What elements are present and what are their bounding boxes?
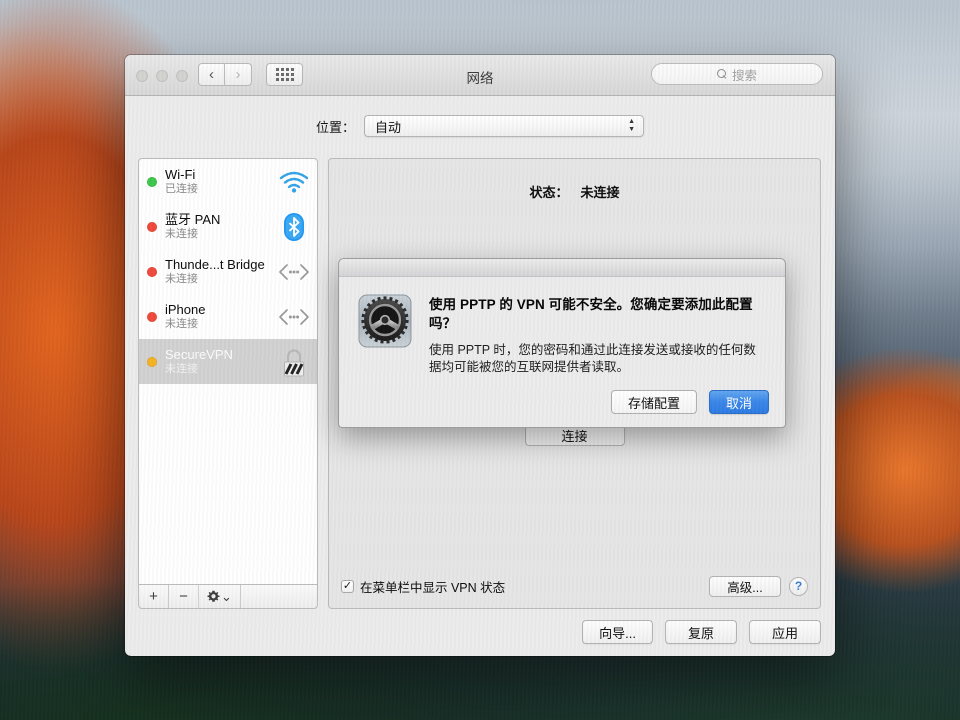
network-services-list[interactable]: Wi-Fi 已连接 蓝牙 PAN 未连接 Thunde...t Bridge 未… [138, 158, 318, 585]
service-name: 蓝牙 PAN [165, 212, 221, 227]
service-texts: Thunde...t Bridge 未连接 [165, 257, 277, 286]
dialog-title: 使用 PPTP 的 VPN 可能不安全。您确定要添加此配置吗？ [429, 297, 753, 331]
status-badge [147, 311, 157, 322]
assistant-button[interactable]: 向导... [582, 620, 653, 644]
chevron-right-icon: › [235, 66, 241, 83]
search-icon [716, 69, 727, 79]
status-badge [147, 356, 157, 367]
window-titlebar: ‹ › 网络 搜索 [125, 55, 835, 96]
service-status: 未连接 [165, 273, 198, 285]
location-row: 位置： 自动 ▲ ▼ [125, 115, 835, 137]
lock-icon [277, 346, 311, 378]
revert-button[interactable]: 复原 [664, 620, 737, 644]
chevron-left-icon: ‹ [209, 66, 214, 83]
chevron-updown-icon: ▲ ▼ [628, 118, 635, 133]
show-vpn-status-label: 在菜单栏中显示 VPN 状态 [360, 580, 506, 595]
service-status: 已连接 [165, 183, 198, 195]
revert-button-label: 复原 [687, 625, 714, 641]
service-name: SecureVPN [165, 347, 233, 362]
question-mark-icon: ? [794, 579, 803, 593]
advanced-button-label: 高级... [727, 580, 763, 595]
service-status: 未连接 [165, 318, 198, 330]
dialog-body: 使用 PPTP 的 VPN 可能不安全。您确定要添加此配置吗？ 使用 PPTP … [339, 277, 785, 376]
service-name: Thunde...t Bridge [165, 257, 265, 272]
status-label: 状态： [529, 185, 569, 200]
add-service-button[interactable]: + [139, 585, 169, 608]
assistant-button-label: 向导... [599, 625, 636, 641]
save-configuration-button[interactable]: 存储配置 [610, 390, 697, 414]
checkbox-box: ✓ [341, 579, 354, 593]
list-item[interactable]: iPhone 未连接 [139, 294, 317, 339]
system-preferences-gear-icon [357, 293, 413, 349]
wifi-icon [277, 166, 311, 198]
dialog-text: 使用 PPTP 的 VPN 可能不安全。您确定要添加此配置吗？ 使用 PPTP … [429, 293, 767, 376]
service-actions-button[interactable]: ⌄ [199, 585, 241, 608]
minus-icon: − [179, 588, 188, 605]
remove-service-button[interactable]: − [169, 585, 199, 608]
status-row: 状态： 未连接 [329, 182, 820, 201]
dialog-buttons: 存储配置 取消 [610, 390, 769, 414]
services-toolbar: + − ⌄ [138, 585, 318, 609]
status-badge [147, 176, 157, 187]
gear-icon [207, 590, 220, 602]
show-vpn-status-checkbox[interactable]: ✓ 在菜单栏中显示 VPN 状态 [341, 577, 505, 596]
save-configuration-label: 存储配置 [627, 395, 680, 411]
status-badge [147, 221, 157, 232]
status-value: 未连接 [580, 185, 620, 200]
list-item[interactable]: 蓝牙 PAN 未连接 [139, 204, 317, 249]
chevron-down-icon: ⌄ [221, 589, 232, 604]
dialog-header-strip [339, 259, 785, 277]
help-button[interactable]: ? [789, 576, 808, 596]
dialog-message: 使用 PPTP 时，您的密码和通过此连接发送或接收的任何数据均可能被您的互联网提… [429, 343, 756, 374]
desktop-wallpaper: ‹ › 网络 搜索 位置： 自动 ▲ ▼ Wi-Fi 已连接 蓝牙 PAN 未连… [0, 0, 960, 720]
search-input[interactable]: 搜索 [651, 63, 823, 85]
cancel-button[interactable]: 取消 [708, 390, 769, 414]
service-texts: Wi-Fi 已连接 [165, 167, 277, 196]
advanced-button[interactable]: 高级... [709, 575, 781, 597]
service-texts: iPhone 未连接 [165, 302, 277, 331]
detail-bottom-options: ✓ 在菜单栏中显示 VPN 状态 高级... ? [329, 575, 820, 597]
bluetooth-icon [277, 211, 311, 243]
status-badge [147, 266, 157, 277]
navigation-buttons: ‹ › [198, 63, 252, 86]
cancel-button-label: 取消 [725, 395, 752, 411]
service-texts: 蓝牙 PAN 未连接 [165, 212, 277, 241]
forward-button[interactable]: › [225, 63, 252, 86]
service-status: 未连接 [165, 363, 198, 375]
location-select[interactable]: 自动 ▲ ▼ [364, 115, 644, 137]
search-placeholder: 搜索 [731, 68, 757, 83]
location-label: 位置： [315, 119, 355, 135]
window-footer-buttons: 向导... 复原 应用 [582, 620, 821, 644]
close-button[interactable] [136, 70, 148, 82]
connect-button-label: 连接 [561, 428, 588, 444]
grid-icon [275, 68, 294, 81]
service-texts: SecureVPN 未连接 [165, 347, 277, 376]
checkmark-icon: ✓ [342, 579, 353, 592]
service-name: iPhone [165, 302, 206, 317]
network-preferences-window: ‹ › 网络 搜索 位置： 自动 ▲ ▼ Wi-Fi 已连接 蓝牙 PAN 未连… [125, 55, 835, 656]
apply-button-label: 应用 [771, 625, 798, 641]
location-selected-value: 自动 [375, 119, 402, 135]
list-item[interactable]: Wi-Fi 已连接 [139, 159, 317, 204]
service-status: 未连接 [165, 228, 198, 240]
back-button[interactable]: ‹ [198, 63, 225, 86]
show-all-button[interactable] [266, 63, 303, 86]
list-item-securevpn[interactable]: SecureVPN 未连接 [139, 339, 317, 384]
plus-icon: + [149, 588, 158, 605]
apply-button[interactable]: 应用 [748, 620, 821, 644]
traffic-lights [136, 70, 188, 82]
pptp-warning-dialog: 使用 PPTP 的 VPN 可能不安全。您确定要添加此配置吗？ 使用 PPTP … [338, 258, 786, 428]
list-item[interactable]: Thunde...t Bridge 未连接 [139, 249, 317, 294]
bridge-icon [277, 301, 311, 333]
minimize-button[interactable] [156, 70, 168, 82]
bridge-icon [277, 256, 311, 288]
zoom-button[interactable] [176, 70, 188, 82]
service-name: Wi-Fi [165, 167, 196, 182]
